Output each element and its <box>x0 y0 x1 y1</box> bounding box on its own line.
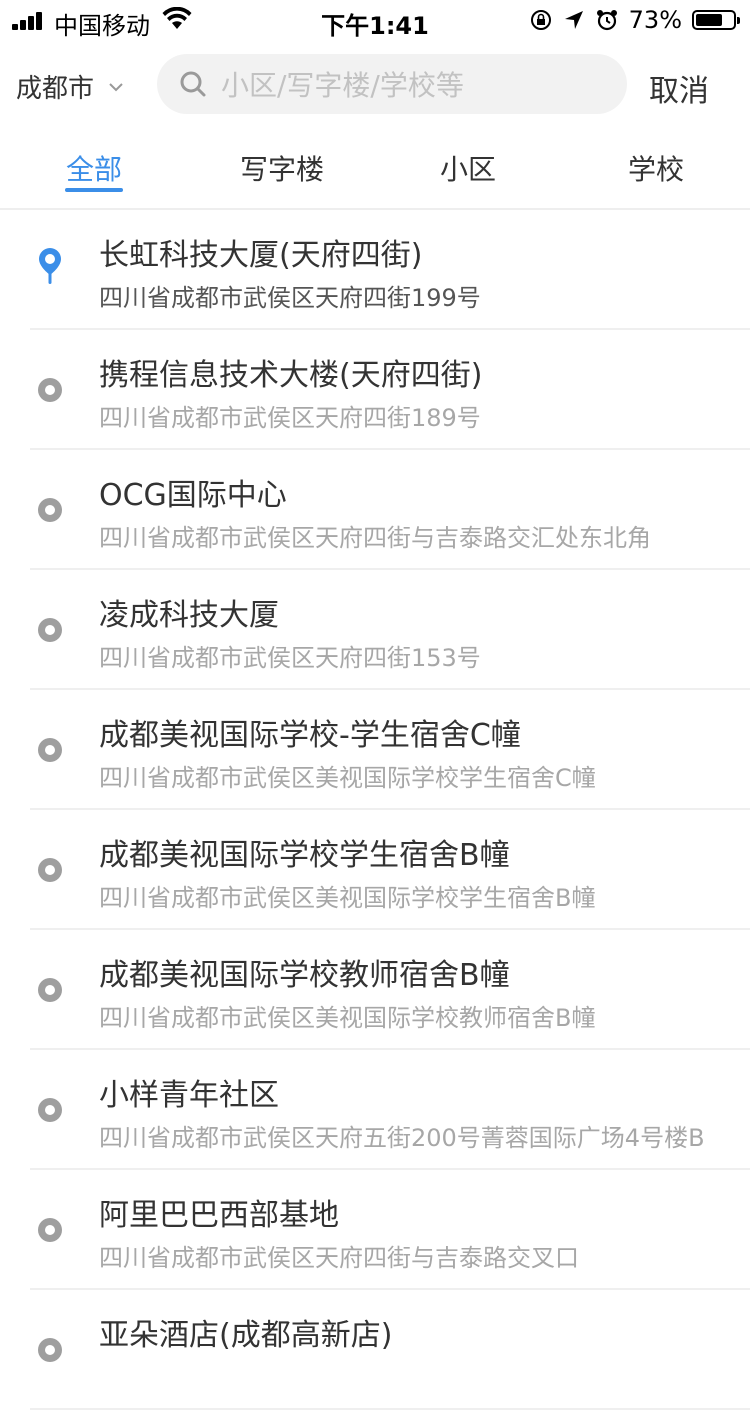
radio-dot-icon <box>38 1098 62 1122</box>
place-name: 阿里巴巴西部基地 <box>99 1198 339 1233</box>
place-address: 四川省成都市武侯区美视国际学校学生宿舍B幢 <box>99 884 596 912</box>
radio-dot-icon <box>38 738 62 762</box>
active-tab-indicator <box>65 188 123 192</box>
place-item[interactable]: 携程信息技术大楼(天府四街) 四川省成都市武侯区天府四街189号 <box>30 330 750 450</box>
alarm-clock-icon <box>596 10 617 31</box>
tab-school[interactable]: 学校 <box>628 148 684 188</box>
radio-dot-icon <box>38 618 62 642</box>
tab-all[interactable]: 全部 <box>66 148 122 188</box>
city-selector[interactable]: 成都市 <box>16 68 124 105</box>
place-name: 亚朵酒店(成都高新店) <box>99 1318 393 1353</box>
place-name: 成都美视国际学校学生宿舍B幢 <box>99 838 510 873</box>
place-address: 四川省成都市武侯区美视国际学校教师宿舍B幢 <box>99 1004 596 1032</box>
place-address: 四川省成都市武侯区美视国际学校学生宿舍C幢 <box>99 764 596 792</box>
tab-office[interactable]: 写字楼 <box>240 148 324 188</box>
radio-dot-icon <box>38 378 62 402</box>
place-list: 长虹科技大厦(天府四街) 四川省成都市武侯区天府四街199号 携程信息技术大楼(… <box>0 210 750 1410</box>
radio-dot-icon <box>38 1338 62 1362</box>
radio-dot-icon <box>38 498 62 522</box>
search-box[interactable] <box>157 54 627 114</box>
place-address: 四川省成都市武侯区天府四街与吉泰路交叉口 <box>99 1244 579 1272</box>
place-name: OCG国际中心 <box>99 478 287 513</box>
city-label: 成都市 <box>16 74 95 104</box>
place-address: 四川省成都市武侯区天府四街199号 <box>99 284 481 312</box>
place-name: 长虹科技大厦(天府四街) <box>99 238 423 273</box>
place-address: 四川省成都市武侯区天府五街200号菁蓉国际广场4号楼B <box>99 1124 705 1152</box>
place-name: 凌成科技大厦 <box>99 598 279 633</box>
place-item[interactable]: 亚朵酒店(成都高新店) <box>30 1290 750 1410</box>
battery-percent: 73% <box>628 6 682 34</box>
place-name: 成都美视国际学校教师宿舍B幢 <box>99 958 510 993</box>
radio-dot-icon <box>38 858 62 882</box>
tab-residential[interactable]: 小区 <box>440 148 496 188</box>
search-icon <box>180 71 206 97</box>
place-address: 四川省成都市武侯区天府四街189号 <box>99 404 481 432</box>
place-item[interactable]: 凌成科技大厦 四川省成都市武侯区天府四街153号 <box>30 570 750 690</box>
search-input[interactable] <box>219 62 613 108</box>
location-pin-icon <box>39 248 61 284</box>
chevron-down-icon <box>109 82 123 91</box>
place-name: 成都美视国际学校-学生宿舍C幢 <box>99 718 521 753</box>
radio-dot-icon <box>38 1218 62 1242</box>
status-bar: 中国移动 下午1:41 73% <box>0 0 750 40</box>
place-address: 四川省成都市武侯区天府四街153号 <box>99 644 481 672</box>
place-item[interactable]: 成都美视国际学校教师宿舍B幢 四川省成都市武侯区美视国际学校教师宿舍B幢 <box>30 930 750 1050</box>
cancel-button[interactable]: 取消 <box>649 66 709 110</box>
place-item[interactable]: 阿里巴巴西部基地 四川省成都市武侯区天府四街与吉泰路交叉口 <box>30 1170 750 1290</box>
place-item[interactable]: OCG国际中心 四川省成都市武侯区天府四街与吉泰路交汇处东北角 <box>30 450 750 570</box>
radio-dot-icon <box>38 978 62 1002</box>
orientation-lock-icon <box>530 10 551 30</box>
category-tabs: 全部 写字楼 小区 学校 <box>0 130 750 210</box>
location-arrow-icon <box>564 11 583 29</box>
place-address: 四川省成都市武侯区天府四街与吉泰路交汇处东北角 <box>99 524 651 552</box>
place-name: 小样青年社区 <box>99 1078 279 1113</box>
place-item[interactable]: 成都美视国际学校-学生宿舍C幢 四川省成都市武侯区美视国际学校学生宿舍C幢 <box>30 690 750 810</box>
place-item[interactable]: 小样青年社区 四川省成都市武侯区天府五街200号菁蓉国际广场4号楼B <box>30 1050 750 1170</box>
battery-icon <box>692 10 740 30</box>
place-item[interactable]: 成都美视国际学校学生宿舍B幢 四川省成都市武侯区美视国际学校学生宿舍B幢 <box>30 810 750 930</box>
place-name: 携程信息技术大楼(天府四街) <box>99 358 483 393</box>
place-item[interactable]: 长虹科技大厦(天府四街) 四川省成都市武侯区天府四街199号 <box>30 210 750 330</box>
